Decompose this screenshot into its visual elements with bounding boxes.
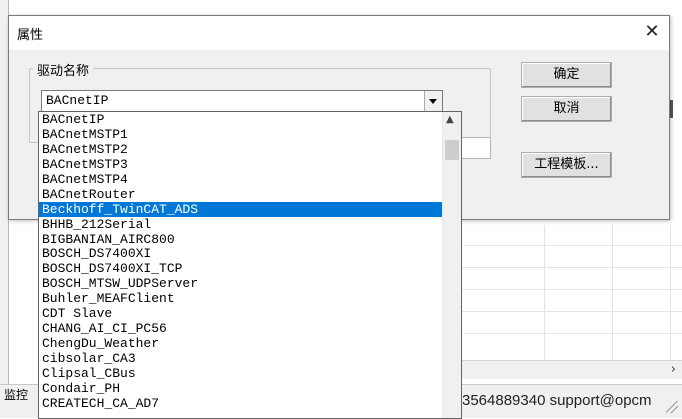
dropdown-option[interactable]: BOSCH_DS7400XI [39,246,442,261]
chevron-down-icon [429,99,437,104]
scroll-up-icon[interactable]: ▲ [446,114,454,125]
dropdown-option[interactable]: Condair_PH [39,381,442,396]
dropdown-option[interactable]: cibsolar_CA3 [39,351,442,366]
dropdown-option[interactable]: BACnetRouter [39,187,442,202]
dropdown-option[interactable]: BHHB_212Serial [39,217,442,232]
cancel-button[interactable]: 取消 [521,96,612,122]
project-template-button[interactable]: 工程模板... [521,152,612,178]
dropdown-option[interactable]: BACnetMSTP2 [39,142,442,157]
background-horizontal-scrollbar[interactable]: › [460,360,682,379]
background-scroll-marker [670,100,673,118]
scroll-right-icon[interactable]: › [671,362,676,377]
driver-name-label: 驱动名称 [33,60,94,79]
background-data-grid [460,225,682,360]
scrollbar-thumb[interactable] [445,140,459,160]
dropdown-option[interactable]: CDT Slave [39,306,442,321]
close-icon[interactable]: ✕ [635,16,669,50]
dropdown-vertical-scrollbar[interactable]: ▲ [442,112,461,418]
dropdown-option[interactable]: Clipsal_CBus [39,366,442,381]
background-right-panel [668,20,682,220]
driver-name-value: BACnetIP [46,93,109,108]
dialog-title: 属性 [17,28,44,43]
ok-button[interactable]: 确定 [521,62,612,88]
dropdown-option[interactable]: Buhler_MEAFClient [39,291,442,306]
driver-dropdown-list[interactable]: BACnetIP BACnetMSTP1 BACnetMSTP2 BACnetMSTP… [38,111,462,419]
combobox-dropdown-button[interactable] [424,91,442,111]
dropdown-option[interactable]: Beckhoff_TwinCAT_ADS [39,201,442,217]
dropdown-items: BACnetIP BACnetMSTP1 BACnetMSTP2 BACnetMSTP… [39,112,442,411]
secondary-input[interactable] [459,137,491,159]
dropdown-option[interactable]: BACnetMSTP1 [39,127,442,142]
status-contact-text: 3564889340 support@opcm [462,392,652,409]
dialog-titlebar[interactable]: 属性 ✕ [9,16,669,50]
dropdown-option[interactable]: BIGBANIAN_AIRC800 [39,232,442,247]
driver-name-combobox[interactable]: BACnetIP [41,90,443,112]
dropdown-option[interactable]: BOSCH_MTSW_UDPServer [39,276,442,291]
dropdown-option[interactable]: ChengDu_Weather [39,336,442,351]
dropdown-option[interactable]: BACnetMSTP3 [39,157,442,172]
dropdown-option[interactable]: CREATECH_CA_AD7 [39,396,442,411]
resize-grip-icon[interactable] [666,401,678,413]
dropdown-option[interactable]: CHANG_AI_CI_PC56 [39,321,442,336]
dropdown-option[interactable]: BACnetMSTP4 [39,172,442,187]
dropdown-option[interactable]: BACnetIP [39,112,442,127]
dropdown-option[interactable]: BOSCH_DS7400XI_TCP [39,261,442,276]
